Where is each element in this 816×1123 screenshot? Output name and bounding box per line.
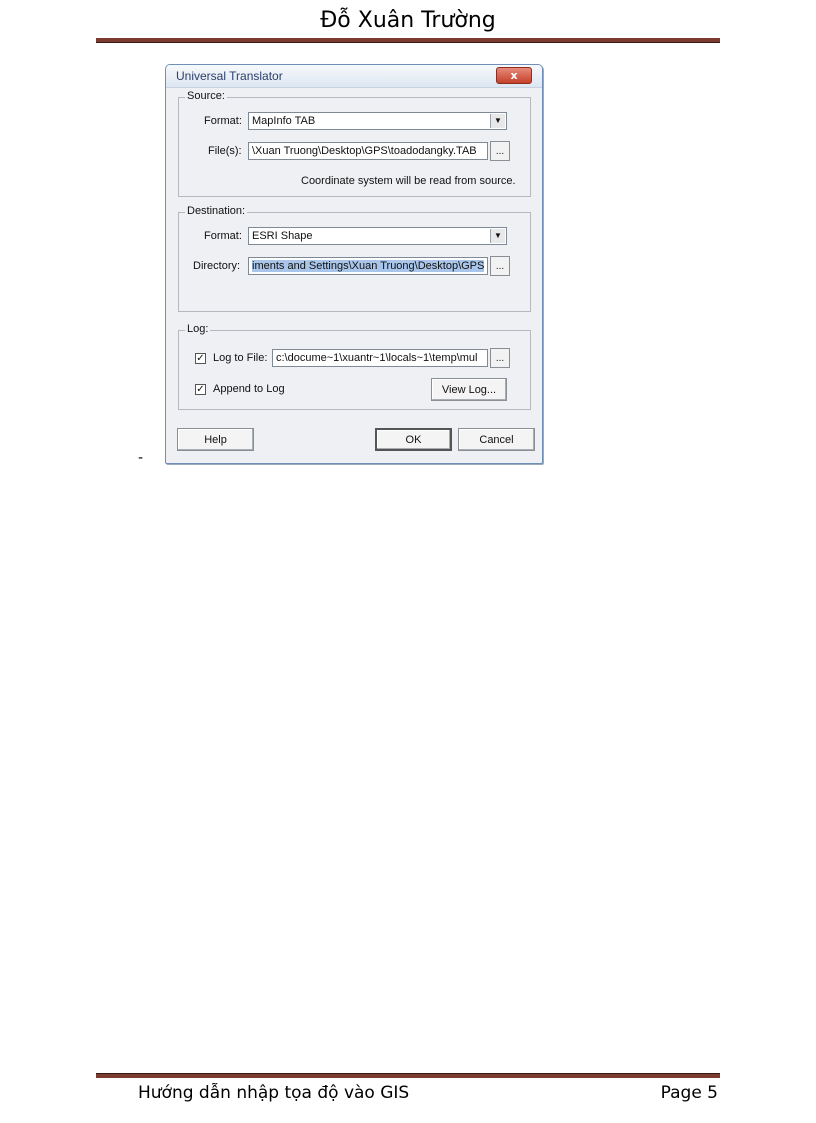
source-group-label: Source: [185,90,227,102]
header-divider [96,38,720,43]
destination-directory-label: Directory: [193,260,241,272]
log-file-input[interactable]: c:\docume~1\xuantr~1\locals~1\temp\mul [272,349,488,367]
log-file-value: c:\docume~1\xuantr~1\locals~1\temp\mul [276,352,478,364]
log-to-file-label: Log to File: [213,352,268,364]
cancel-button[interactable]: Cancel [458,428,535,451]
append-to-log-label: Append to Log [213,383,285,395]
universal-translator-dialog: Universal Translator x Source: Format: M… [165,64,543,464]
footer-page-number: Page 5 [660,1083,718,1103]
destination-directory-value: iments and Settings\Xuan Truong\Desktop\… [252,260,485,272]
destination-format-value: ESRI Shape [252,230,313,242]
view-log-button[interactable]: View Log... [431,378,507,401]
destination-format-select[interactable]: ESRI Shape ▼ [248,227,507,245]
page-header-title: Đỗ Xuân Trường [320,8,496,33]
source-format-label: Format: [204,115,242,127]
dialog-client-area: Source: Format: MapInfo TAB ▼ File(s): \… [166,88,542,463]
destination-group: Destination: Format: ESRI Shape ▼ Direct… [178,205,531,312]
source-files-input[interactable]: \Xuan Truong\Desktop\GPS\toadodangky.TAB [248,142,488,160]
append-to-log-checkbox[interactable]: ✓ [195,384,206,395]
dialog-title: Universal Translator [176,69,283,83]
log-to-file-checkbox[interactable]: ✓ [195,353,206,364]
chevron-down-icon[interactable]: ▼ [490,114,505,128]
destination-format-label: Format: [204,230,242,242]
source-format-value: MapInfo TAB [252,115,316,127]
dialog-titlebar[interactable]: Universal Translator x [166,65,542,88]
log-group: Log: ✓ Log to File: c:\docume~1\xuantr~1… [178,323,531,410]
help-button[interactable]: Help [177,428,254,451]
source-coordinate-note: Coordinate system will be read from sour… [301,175,516,187]
ok-button[interactable]: OK [375,428,452,451]
close-button[interactable]: x [496,67,532,84]
close-icon: x [510,69,518,82]
destination-group-label: Destination: [185,205,248,217]
log-group-label: Log: [185,323,211,335]
source-files-label: File(s): [208,145,242,157]
source-browse-button[interactable]: ... [490,141,510,161]
source-format-select[interactable]: MapInfo TAB ▼ [248,112,507,130]
log-browse-button[interactable]: ... [490,348,510,368]
list-dash-marker: - [138,450,144,466]
chevron-down-icon[interactable]: ▼ [490,229,505,243]
source-group: Source: Format: MapInfo TAB ▼ File(s): \… [178,90,531,197]
destination-directory-input[interactable]: iments and Settings\Xuan Truong\Desktop\… [248,257,488,275]
footer-document-title: Hướng dẫn nhập tọa độ vào GIS [138,1083,410,1103]
footer-divider [96,1073,720,1078]
destination-browse-button[interactable]: ... [490,256,510,276]
source-files-value: \Xuan Truong\Desktop\GPS\toadodangky.TAB [252,145,477,157]
